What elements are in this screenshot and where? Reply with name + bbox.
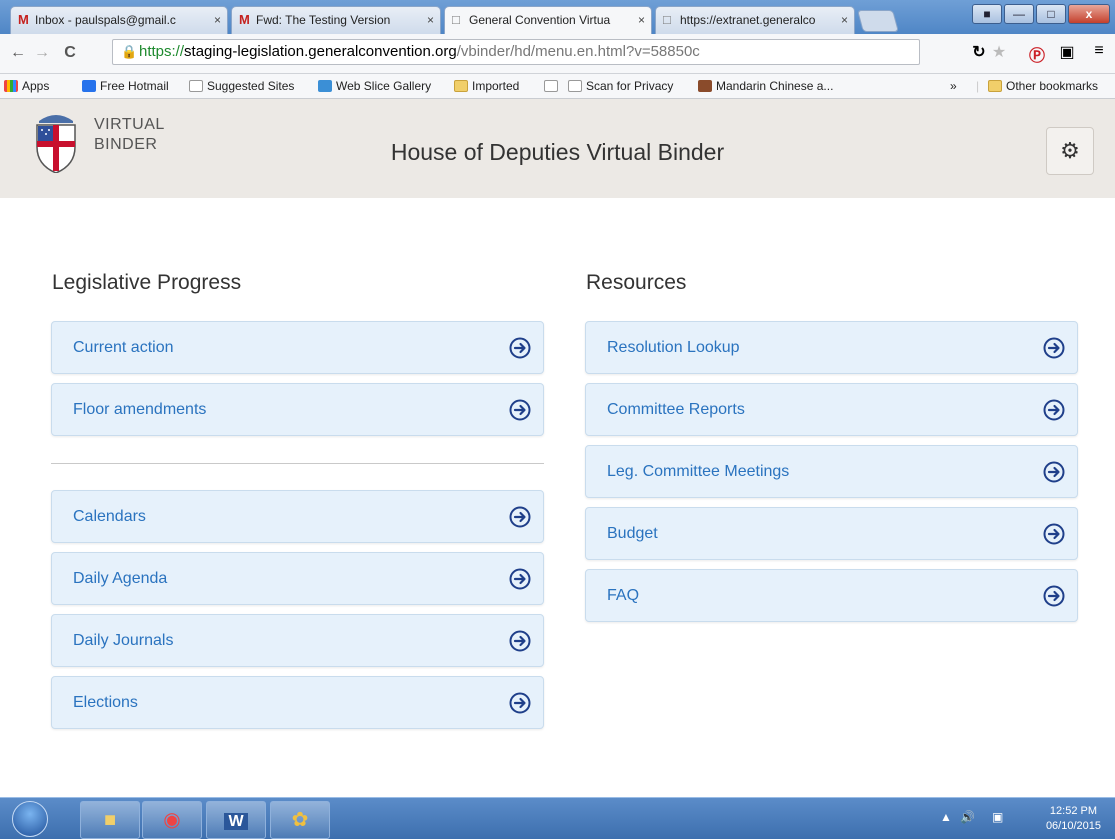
tray-arrow-icon[interactable]: ▲ (940, 810, 952, 824)
taskbar-clock[interactable]: 12:52 PM 06/10/2015 (1046, 804, 1101, 834)
menu-item-calendars[interactable]: Calendars (51, 490, 544, 543)
minimize-button[interactable]: — (1004, 4, 1034, 24)
apps-grid-icon (4, 80, 18, 92)
tab-close-icon[interactable]: × (841, 7, 848, 33)
tab-close-icon[interactable]: × (214, 7, 221, 33)
menu-item-daily-agenda[interactable]: Daily Agenda (51, 552, 544, 605)
bookmarks-bar: Apps Free Hotmail Suggested Sites Web Sl… (0, 74, 1115, 99)
ie-icon (318, 80, 332, 92)
gmail-icon: M (239, 12, 250, 27)
gear-icon: ⚙ (1060, 138, 1080, 163)
mandarin-icon (698, 80, 712, 92)
menu-item-floor-amendments[interactable]: Floor amendments (51, 383, 544, 436)
bookmarks-overflow-button[interactable]: » (950, 74, 957, 98)
clock-date: 06/10/2015 (1045, 820, 1101, 832)
back-button[interactable]: ← (8, 44, 28, 62)
tab-close-icon[interactable]: × (427, 7, 434, 33)
arrow-circle-right-icon (509, 630, 531, 652)
bookmark-suggested-sites[interactable]: Suggested Sites (189, 74, 294, 98)
volume-icon[interactable]: 🔊 (960, 810, 975, 824)
page-icon: □ (452, 12, 460, 27)
extension-icon[interactable]: ▣ (1056, 42, 1078, 62)
bookmark-free-hotmail[interactable]: Free Hotmail (82, 74, 169, 98)
hotmail-icon (82, 80, 96, 92)
gmail-icon: M (18, 12, 29, 27)
taskbar-explorer[interactable]: ■ (80, 801, 140, 839)
arrow-circle-right-icon (1043, 585, 1065, 607)
tab-extranet[interactable]: □ https://extranet.generalco × (655, 6, 855, 34)
arrow-circle-right-icon (1043, 523, 1065, 545)
tab-inbox[interactable]: M Inbox - paulspals@gmail.c × (10, 6, 228, 34)
taskbar-chrome[interactable]: ◉ (142, 801, 202, 839)
new-tab-button[interactable] (857, 10, 899, 32)
word-icon: W (224, 813, 248, 830)
page-icon (568, 80, 582, 92)
url-scheme: https:// (139, 43, 185, 60)
arrow-circle-right-icon (1043, 337, 1065, 359)
arrow-circle-right-icon (1043, 461, 1065, 483)
forward-button[interactable]: → (32, 44, 52, 62)
pinterest-icon[interactable]: Ⓟ (1026, 42, 1048, 66)
chrome-icon: ◉ (163, 809, 181, 831)
close-window-button[interactable]: x (1068, 4, 1110, 24)
sync-extension-icon[interactable]: ↻ (968, 42, 990, 62)
resources-heading: Resources (586, 271, 687, 294)
menu-item-daily-journals[interactable]: Daily Journals (51, 614, 544, 667)
windows-taskbar: ■ ◉ W ✿ ▲ 🔊 ▣ 12:52 PM 06/10/2015 (0, 797, 1115, 839)
legislative-progress-heading: Legislative Progress (52, 271, 242, 294)
network-icon[interactable]: ▣ (992, 810, 1003, 824)
bookmark-apps[interactable]: Apps (4, 74, 49, 98)
bookmark-imported[interactable]: Imported (454, 74, 519, 98)
menu-icon[interactable]: ≡ (1088, 42, 1110, 60)
arrow-circle-right-icon (509, 568, 531, 590)
star-icon[interactable]: ★ (988, 42, 1010, 62)
tab-close-icon[interactable]: × (638, 7, 645, 33)
address-bar[interactable]: 🔒 https://staging-legislation.generalcon… (112, 39, 920, 65)
folder-icon: ■ (103, 809, 117, 831)
arrow-circle-right-icon (509, 399, 531, 421)
browser-toolbar: ← → C 🔒 https://staging-legislation.gene… (0, 34, 1115, 74)
settings-button[interactable]: ⚙ (1046, 127, 1094, 175)
arrow-circle-right-icon (509, 692, 531, 714)
tab-fwd-testing[interactable]: M Fwd: The Testing Version × (231, 6, 441, 34)
url-host: staging-legislation.generalconvention.or… (184, 43, 457, 60)
maximize-button[interactable]: □ (1036, 4, 1066, 24)
menu-item-faq[interactable]: FAQ (585, 569, 1078, 622)
taskbar-paint[interactable]: ✿ (270, 801, 330, 839)
arrow-circle-right-icon (509, 506, 531, 528)
clock-time: 12:52 PM (1049, 805, 1098, 817)
page-icon (189, 80, 203, 92)
bookmark-other-bookmarks[interactable]: Other bookmarks (988, 74, 1098, 98)
section-divider (51, 463, 544, 464)
tab-general-convention[interactable]: □ General Convention Virtua × (444, 6, 652, 35)
site-header: VIRTUAL BINDER House of Deputies Virtual… (0, 99, 1115, 198)
taskbar-word[interactable]: W (206, 801, 266, 839)
start-button[interactable] (12, 801, 48, 837)
page-icon (544, 80, 558, 92)
arrow-circle-right-icon (1043, 399, 1065, 421)
bookmark-untitled[interactable] (544, 74, 562, 98)
page-title: House of Deputies Virtual Binder (390, 139, 725, 165)
bookmark-scan-for-privacy[interactable]: Scan for Privacy (568, 74, 673, 98)
paint-icon: ✿ (291, 809, 309, 831)
menu-item-current-action[interactable]: Current action (51, 321, 544, 374)
menu-item-elections[interactable]: Elections (51, 676, 544, 729)
menu-item-committee-reports[interactable]: Committee Reports (585, 383, 1078, 436)
url-path: /vbinder/hd/menu.en.html?v=58850c (456, 43, 700, 60)
bookmark-mandarin[interactable]: Mandarin Chinese a... (698, 74, 833, 98)
user-icon[interactable]: ■ (972, 4, 1002, 24)
folder-icon (454, 80, 468, 92)
menu-item-leg-committee-meetings[interactable]: Leg. Committee Meetings (585, 445, 1078, 498)
page-icon: □ (663, 12, 671, 27)
browser-tab-strip: M Inbox - paulspals@gmail.c × M Fwd: The… (0, 0, 1115, 35)
menu-item-resolution-lookup[interactable]: Resolution Lookup (585, 321, 1078, 374)
reload-button[interactable]: C (60, 44, 80, 62)
folder-icon (988, 80, 1002, 92)
bookmark-web-slice-gallery[interactable]: Web Slice Gallery (318, 74, 431, 98)
arrow-circle-right-icon (509, 337, 531, 359)
lock-icon: 🔒 (121, 44, 138, 59)
menu-item-budget[interactable]: Budget (585, 507, 1078, 560)
